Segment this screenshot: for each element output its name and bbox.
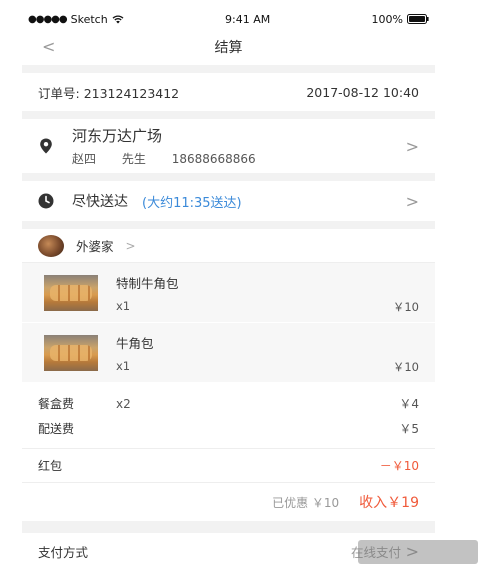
payment-label: 支付方式: [38, 544, 89, 560]
carrier-label: Sketch: [70, 12, 108, 26]
order-info-row: 订单号: 213124123412 2017-08-12 10:40: [22, 73, 435, 111]
fee-quantity: x2: [116, 396, 131, 411]
delivery-address-row[interactable]: 河东万达广场 赵四 先生 18688668866 >: [22, 119, 435, 173]
shop-name: 外婆家: [76, 239, 114, 254]
clock-icon: [38, 193, 54, 209]
fee-row-delivery: 配送费 ￥5: [22, 416, 435, 441]
fee-label: 餐盒费: [38, 397, 75, 411]
watermark: [358, 540, 478, 564]
contact-title: 先生: [121, 152, 146, 166]
order-number: 213124123412: [83, 85, 180, 101]
fee-row-packaging: 餐盒费 x2 ￥4: [22, 391, 435, 416]
delivery-estimate: (大约11:35送达): [142, 195, 242, 211]
battery-percent: 100%: [371, 12, 403, 26]
item-price: ￥10: [392, 300, 419, 314]
phone-screen: ●●●●● Sketch 9:41 AM 100% < 结算 订单号: 2131…: [22, 10, 435, 566]
item-price: ￥10: [392, 360, 419, 374]
item-name: 特制牛角包: [116, 276, 179, 291]
chevron-right-icon: >: [405, 136, 419, 156]
delivery-label: 尽快送达: [72, 194, 128, 210]
contact-name: 赵四: [72, 152, 97, 166]
item-name: 牛角包: [116, 336, 154, 351]
item-quantity: x1: [116, 299, 131, 313]
fee-amount: ￥4: [399, 397, 419, 411]
shop-avatar: [38, 234, 64, 257]
red-packet-amount: －￥10: [379, 459, 419, 473]
income-total: 收入￥19: [359, 495, 419, 511]
back-chevron-icon[interactable]: <: [42, 37, 55, 56]
total-row: 已优惠 ￥10 收入￥19: [22, 483, 435, 521]
discount-summary: 已优惠 ￥10: [272, 495, 340, 510]
cart-item: 牛角包 x1 ￥10: [22, 323, 435, 383]
item-quantity: x1: [116, 359, 131, 373]
red-packet-row[interactable]: 红包 －￥10: [22, 449, 435, 483]
chevron-right-icon: >: [405, 191, 419, 211]
page-title: 结算: [214, 39, 243, 56]
contact-phone: 18688668866: [171, 152, 256, 166]
shop-row[interactable]: 外婆家 >: [22, 229, 435, 263]
status-time: 9:41 AM: [225, 12, 271, 26]
location-pin-icon: [40, 138, 52, 154]
chevron-right-icon: >: [125, 238, 136, 253]
fee-amount: ￥5: [399, 422, 419, 436]
order-datetime: 2017-08-12 10:40: [306, 84, 419, 100]
status-bar: ●●●●● Sketch 9:41 AM 100%: [22, 10, 435, 28]
product-thumbnail: [44, 335, 98, 371]
cart-item: 特制牛角包 x1 ￥10: [22, 263, 435, 323]
navigation-bar: < 结算: [22, 28, 435, 65]
product-thumbnail: [44, 275, 98, 311]
fee-label: 配送费: [38, 422, 75, 436]
signal-dots-icon: ●●●●●: [28, 13, 68, 25]
battery-icon: [407, 14, 429, 24]
wifi-icon: [112, 14, 124, 23]
order-number-label: 订单号:: [38, 85, 80, 101]
red-packet-label: 红包: [38, 459, 63, 473]
delivery-time-row[interactable]: 尽快送达 (大约11:35送达) >: [22, 181, 435, 221]
address-name: 河东万达广场: [72, 127, 163, 145]
